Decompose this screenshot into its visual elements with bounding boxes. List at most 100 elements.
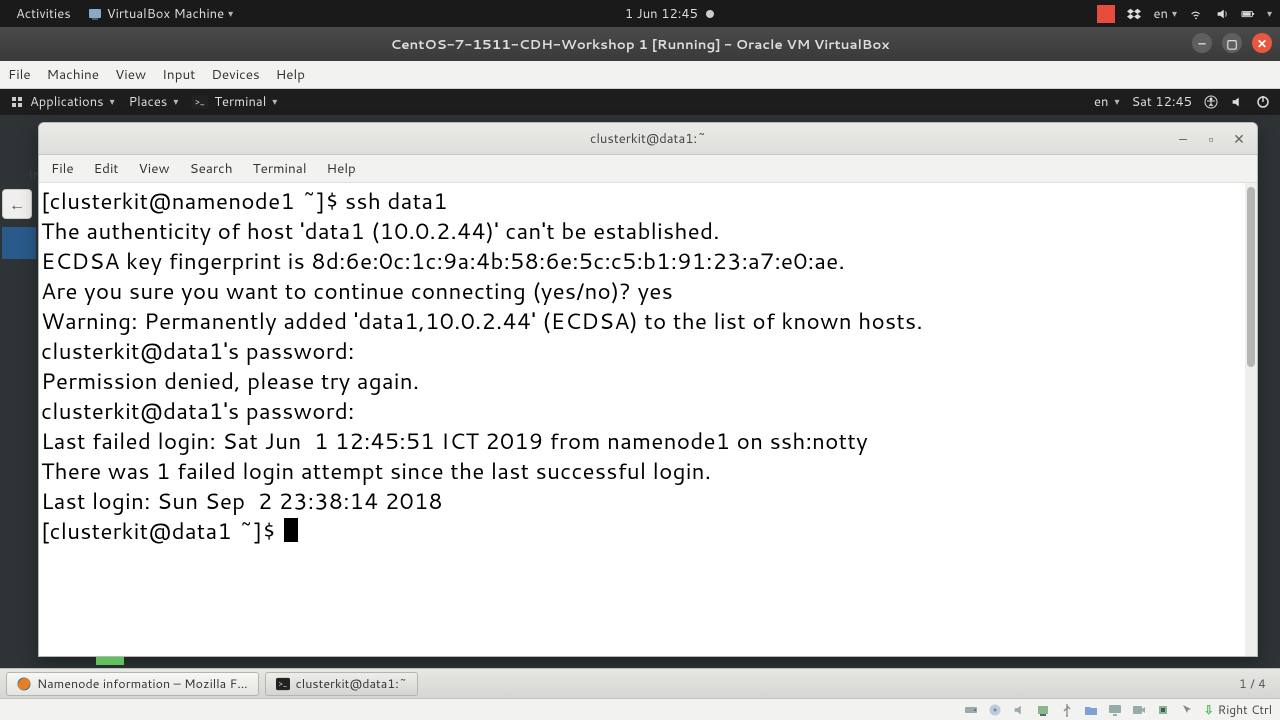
notification-dot-icon xyxy=(706,10,714,18)
terminal-scrollbar[interactable] xyxy=(1245,183,1257,656)
guest-topbar: Applications ▾ Places ▾ >_ Terminal ▾ en… xyxy=(0,89,1280,115)
maximize-button[interactable]: ▢ xyxy=(1222,33,1242,53)
terminal-prompt: [clusterkit@data1 ~]$ xyxy=(41,515,282,547)
vm-screen[interactable]: Applications ▾ Places ▾ >_ Terminal ▾ en… xyxy=(0,89,1280,720)
host-key-indicator[interactable]: ⇩ Right Ctrl xyxy=(1204,701,1272,718)
guest-terminal-menu[interactable]: >_ Terminal ▾ xyxy=(192,93,277,111)
arrow-left-icon: ← xyxy=(9,193,25,216)
host-activities[interactable]: Activities xyxy=(8,5,79,23)
taskbar-item-terminal[interactable]: >_ clusterkit@data1:~ xyxy=(265,672,419,696)
chevron-down-icon[interactable]: ▾ xyxy=(1267,7,1272,21)
recording-indicator-icon[interactable] xyxy=(1097,5,1115,23)
display-icon[interactable] xyxy=(1108,703,1122,717)
apps-icon xyxy=(10,95,24,109)
network-icon[interactable] xyxy=(1189,7,1203,21)
svg-text:>_: >_ xyxy=(195,95,205,108)
terminal-output[interactable]: [clusterkit@namenode1 ~]$ ssh data1 The … xyxy=(41,187,1255,547)
terminal-menu-edit[interactable]: Edit xyxy=(94,159,119,178)
terminal-line: Permission denied, please try again. xyxy=(41,365,419,397)
guest-applications-label: Applications xyxy=(30,93,104,111)
host-key-label: Right Ctrl xyxy=(1218,701,1272,718)
recording-icon[interactable] xyxy=(1132,703,1146,717)
mouse-integration-icon[interactable] xyxy=(1180,703,1194,717)
close-button[interactable]: ✕ xyxy=(1231,129,1247,149)
chevron-down-icon: ▾ xyxy=(110,95,115,109)
vbox-menu-input[interactable]: Input xyxy=(162,65,195,84)
back-button[interactable]: ← xyxy=(2,189,32,219)
volume-icon[interactable] xyxy=(1230,95,1244,109)
hard-disk-icon[interactable] xyxy=(964,703,978,717)
host-clock-label: 1 Jun 12:45 xyxy=(625,5,698,23)
minimize-button[interactable]: – xyxy=(1192,33,1212,53)
maximize-button[interactable]: ▫ xyxy=(1203,129,1219,149)
workspace-indicator[interactable]: 1 / 4 xyxy=(1239,675,1274,693)
scrollbar-thumb[interactable] xyxy=(1247,187,1255,367)
power-icon[interactable] xyxy=(1256,95,1270,109)
guest-taskbar: Namenode information – Mozilla F... >_ c… xyxy=(0,668,1280,698)
usb-icon[interactable] xyxy=(1060,703,1074,717)
terminal-titlebar[interactable]: clusterkit@data1:~ – ▫ ✕ xyxy=(39,123,1257,155)
cpu-icon[interactable] xyxy=(1156,703,1170,717)
terminal-menu-terminal[interactable]: Terminal xyxy=(253,159,307,178)
terminal-line: There was 1 failed login attempt since t… xyxy=(41,455,711,487)
terminal-window-controls: – ▫ ✕ xyxy=(1175,129,1247,149)
audio-icon[interactable] xyxy=(1012,703,1026,717)
accessibility-icon[interactable] xyxy=(1204,95,1218,109)
guest-lang-menu[interactable]: en ▾ xyxy=(1094,93,1120,111)
taskbar-item-label: Namenode information – Mozilla F... xyxy=(37,675,248,693)
terminal-line: Warning: Permanently added 'data1,10.0.2… xyxy=(41,305,923,337)
guest-terminal-menu-label: Terminal xyxy=(214,93,266,111)
host-tray: en ▾ ▾ xyxy=(1097,5,1272,23)
vbox-menu-file[interactable]: File xyxy=(8,65,31,84)
guest-lang-label: en xyxy=(1094,93,1108,111)
minimize-button[interactable]: – xyxy=(1175,129,1191,149)
host-key-arrow-icon: ⇩ xyxy=(1204,701,1214,718)
guest-clock[interactable]: Sat 12:45 xyxy=(1131,93,1192,111)
host-lang-label: en xyxy=(1153,5,1167,23)
close-button[interactable]: ✕ xyxy=(1252,33,1272,53)
background-selection-fragment xyxy=(96,657,124,665)
terminal-menu-help[interactable]: Help xyxy=(327,159,356,178)
guest-tray: en ▾ Sat 12:45 xyxy=(1094,93,1270,111)
optical-drive-icon[interactable] xyxy=(988,703,1002,717)
terminal-menu-view[interactable]: View xyxy=(139,159,170,178)
chevron-down-icon: ▾ xyxy=(228,7,233,21)
virtualbox-menubar: File Machine View Input Devices Help xyxy=(0,61,1280,89)
terminal-icon: >_ xyxy=(192,95,208,109)
vbox-menu-view[interactable]: View xyxy=(115,65,146,84)
terminal-line: [clusterkit@namenode1 ~]$ ssh data1 xyxy=(41,185,448,217)
chevron-down-icon: ▾ xyxy=(173,95,178,109)
vbox-menu-help[interactable]: Help xyxy=(276,65,305,84)
chevron-down-icon: ▾ xyxy=(1172,7,1177,21)
terminal-title: clusterkit@data1:~ xyxy=(590,130,706,148)
terminal-line: clusterkit@data1's password: xyxy=(41,395,361,427)
terminal-body[interactable]: [clusterkit@namenode1 ~]$ ssh data1 The … xyxy=(39,183,1257,656)
terminal-window: clusterkit@data1:~ – ▫ ✕ File Edit View … xyxy=(38,122,1258,657)
terminal-line: Last login: Sun Sep 2 23:38:14 2018 xyxy=(41,485,443,517)
volume-icon[interactable] xyxy=(1215,7,1229,21)
host-topbar: Activities VirtualBox Machine ▾ 1 Jun 12… xyxy=(0,0,1280,27)
dropbox-icon[interactable] xyxy=(1127,7,1141,21)
terminal-line: Last failed login: Sat Jun 1 12:45:51 IC… xyxy=(41,425,868,457)
virtualbox-titlebar[interactable]: CentOS-7-1511-CDH-Workshop 1 [Running] -… xyxy=(0,27,1280,61)
host-app-menu-label: VirtualBox Machine xyxy=(107,5,224,23)
virtualbox-title: CentOS-7-1511-CDH-Workshop 1 [Running] -… xyxy=(391,35,890,54)
vbox-menu-devices[interactable]: Devices xyxy=(211,65,259,84)
host-lang-menu[interactable]: en ▾ xyxy=(1153,5,1177,23)
vbox-menu-machine[interactable]: Machine xyxy=(47,65,99,84)
terminal-menu-search[interactable]: Search xyxy=(190,159,233,178)
network-adapter-icon[interactable] xyxy=(1036,703,1050,717)
chevron-down-icon: ▾ xyxy=(1114,95,1119,109)
guest-applications-menu[interactable]: Applications ▾ xyxy=(10,93,115,111)
background-selection-fragment xyxy=(2,227,36,259)
terminal-icon: >_ xyxy=(276,677,290,691)
guest-places-menu[interactable]: Places ▾ xyxy=(129,93,179,111)
host-clock[interactable]: 1 Jun 12:45 xyxy=(617,5,722,23)
virtualbox-window-controls: – ▢ ✕ xyxy=(1192,33,1272,53)
host-app-menu[interactable]: VirtualBox Machine ▾ xyxy=(79,5,241,23)
terminal-menu-file[interactable]: File xyxy=(51,159,74,178)
shared-folders-icon[interactable] xyxy=(1084,703,1098,717)
chevron-down-icon: ▾ xyxy=(272,95,277,109)
taskbar-item-firefox[interactable]: Namenode information – Mozilla F... xyxy=(6,672,259,696)
battery-icon[interactable] xyxy=(1241,7,1255,21)
